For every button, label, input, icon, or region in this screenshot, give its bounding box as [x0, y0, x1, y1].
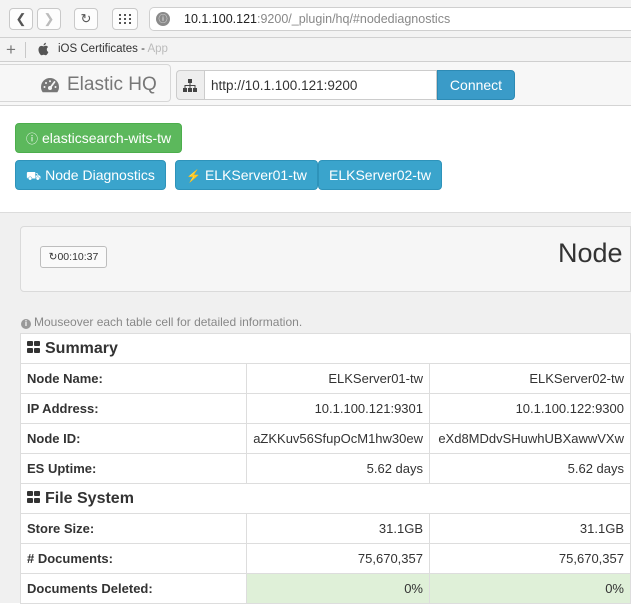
- node-diagnostics-label: Node Diagnostics: [45, 167, 155, 183]
- forward-button[interactable]: ❯: [37, 8, 61, 30]
- cell-value[interactable]: 31.1GB: [429, 513, 631, 544]
- th-large-icon: [27, 490, 41, 504]
- row-label: # Documents:: [19, 543, 248, 574]
- sitemap-icon: [183, 79, 197, 92]
- cluster-button[interactable]: ⓘ elasticsearch-wits-tw: [15, 123, 183, 153]
- cell-value[interactable]: eXd8MDdvSHuwhUBXawwVXw: [429, 423, 631, 454]
- cell-value[interactable]: aZKKuv56SfupOcM1hw30ew: [246, 423, 430, 454]
- add-bookmark-icon[interactable]: +: [6, 40, 16, 60]
- th-large-icon: [27, 340, 41, 354]
- cell-value[interactable]: 5.62 days: [246, 453, 430, 484]
- reload-button[interactable]: ↻: [74, 8, 98, 30]
- cell-value[interactable]: 0%: [429, 573, 631, 604]
- refresh-timer-label: 00:10:37: [57, 251, 99, 263]
- section-file-system: File System: [20, 483, 631, 514]
- apps-grid-icon: [119, 14, 131, 24]
- cell-value[interactable]: 31.1GB: [246, 513, 430, 544]
- table-row: Store Size: 31.1GB 31.1GB: [19, 513, 631, 544]
- node-server1-label: ELKServer01-tw: [204, 167, 307, 183]
- cluster-button-label: elasticsearch-wits-tw: [42, 130, 172, 146]
- info-icon: i: [21, 319, 31, 329]
- apple-icon: [38, 42, 49, 56]
- apps-grid-button[interactable]: [112, 8, 138, 30]
- brand[interactable]: Elastic HQ: [0, 64, 171, 102]
- site-info-icon[interactable]: ⓘ: [156, 12, 170, 26]
- dashboard-gauge-icon: [41, 78, 59, 93]
- browser-toolbar: ❮ ❯ ↻ ⓘ 10.1.100.121:9200/_plugin/hq/#no…: [0, 0, 631, 38]
- ambulance-icon: ⛟: [26, 169, 42, 183]
- info-circle-icon: ⓘ: [26, 132, 39, 146]
- cell-value[interactable]: 75,670,357: [246, 543, 430, 574]
- url-text: 10.1.100.121:9200/_plugin/hq/#nodediagno…: [184, 12, 451, 26]
- node-diagnostics-button[interactable]: ⛟ Node Diagnostics: [15, 160, 166, 190]
- bolt-icon: ⚡: [186, 169, 201, 183]
- row-label: Node Name:: [19, 363, 248, 394]
- brand-title: Elastic HQ: [67, 74, 157, 95]
- table-row: Node Name: ELKServer01-tw ELKServer02-tw: [19, 363, 631, 394]
- connection-url-input[interactable]: [204, 70, 437, 100]
- cell-value[interactable]: 75,670,357: [429, 543, 631, 574]
- back-button[interactable]: ❮: [9, 8, 33, 30]
- bookmarks-bar: + iOS Certificates - App: [0, 38, 631, 62]
- row-label: ES Uptime:: [19, 453, 248, 484]
- section-heading: Summary: [20, 333, 631, 364]
- table-row: Documents Deleted: 0% 0%: [19, 573, 631, 604]
- cell-value[interactable]: 5.62 days: [429, 453, 631, 484]
- node-button-server1[interactable]: ⚡ ELKServer01-tw: [175, 160, 318, 190]
- hint-text: i Mouseover each table cell for detailed …: [21, 315, 302, 329]
- section-summary: Summary: [20, 333, 631, 364]
- refresh-timer-button[interactable]: ↻00:10:37: [40, 246, 107, 268]
- section-heading: File System: [20, 483, 631, 514]
- connect-button[interactable]: Connect: [437, 70, 515, 100]
- hint-label: Mouseover each table cell for detailed i…: [34, 315, 303, 329]
- table-row: IP Address: 10.1.100.121:9301 10.1.100.1…: [19, 393, 631, 424]
- node-diagnostics-table: Summary Node Name: ELKServer01-tw ELKSer…: [19, 333, 631, 604]
- bookmarks-divider: [25, 42, 26, 58]
- table-row: Node ID: aZKKuv56SfupOcM1hw30ew eXd8MDdv…: [19, 423, 631, 454]
- table-row: # Documents: 75,670,357 75,670,357: [19, 543, 631, 574]
- row-label: Documents Deleted:: [19, 573, 248, 604]
- cell-value[interactable]: 0%: [246, 573, 430, 604]
- row-label: Store Size:: [19, 513, 248, 544]
- diagnostics-panel: [20, 226, 631, 292]
- cell-value[interactable]: 10.1.100.122:9300: [429, 393, 631, 424]
- row-label: Node ID:: [19, 423, 248, 454]
- row-label: IP Address:: [19, 393, 248, 424]
- panel-title: Node: [558, 238, 623, 268]
- cell-value[interactable]: 10.1.100.121:9301: [246, 393, 430, 424]
- node-button-server2[interactable]: ELKServer02-tw: [318, 160, 442, 190]
- table-row: ES Uptime: 5.62 days 5.62 days: [19, 453, 631, 484]
- cell-value[interactable]: ELKServer01-tw: [246, 363, 430, 394]
- cell-value[interactable]: ELKServer02-tw: [429, 363, 631, 394]
- address-bar[interactable]: ⓘ 10.1.100.121:9200/_plugin/hq/#nodediag…: [149, 7, 631, 31]
- connection-addon: [176, 70, 204, 100]
- bookmark-ios-certificates[interactable]: iOS Certificates - App: [58, 43, 168, 55]
- node-server2-label: ELKServer02-tw: [329, 167, 431, 183]
